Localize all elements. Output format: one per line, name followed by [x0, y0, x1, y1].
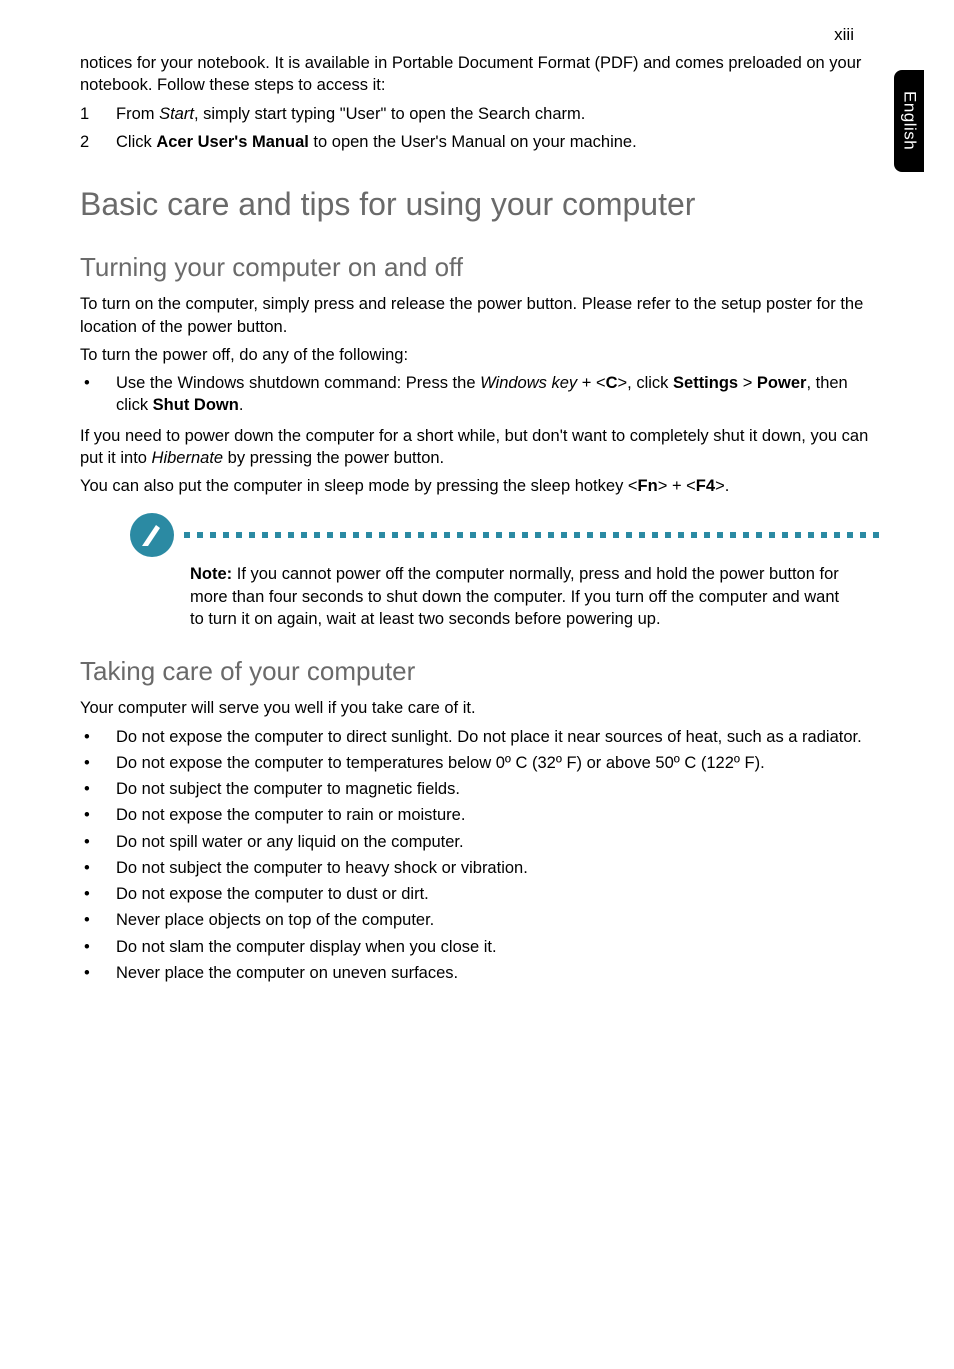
bullet-text: Do not slam the computer display when yo… [116, 936, 497, 958]
step-number: 2 [80, 131, 116, 153]
bold-fn: Fn [638, 477, 658, 495]
list-item: •Do not expose the computer to rain or m… [80, 804, 882, 826]
list-item: •Never place the computer on uneven surf… [80, 962, 882, 984]
dash-line [184, 532, 882, 538]
intro-paragraph: notices for your notebook. It is availab… [80, 52, 882, 97]
bullet-dot: • [80, 726, 116, 748]
turning-p3: If you need to power down the computer f… [80, 425, 882, 470]
bullet-dot: • [80, 909, 116, 931]
bullet-dot: • [80, 372, 116, 417]
list-item: •Do not expose the computer to temperatu… [80, 752, 882, 774]
note-body: If you cannot power off the computer nor… [190, 565, 839, 628]
bold-power: Power [757, 374, 807, 392]
list-item: •Never place objects on top of the compu… [80, 909, 882, 931]
list-item: •Do not slam the computer display when y… [80, 936, 882, 958]
bullet-dot: • [80, 883, 116, 905]
bullet-text: Never place the computer on uneven surfa… [116, 962, 458, 984]
step-1: 1 From Start, simply start typing "User"… [80, 103, 882, 125]
list-item: •Do not subject the computer to magnetic… [80, 778, 882, 800]
text-fragment: From [116, 105, 159, 123]
bullet-text: Use the Windows shutdown command: Press … [116, 372, 882, 417]
subsection-taking-care: Taking care of your computer [80, 654, 882, 689]
section-heading-basic-care: Basic care and tips for using your compu… [80, 183, 882, 226]
subsection-turning-on-off: Turning your computer on and off [80, 250, 882, 285]
step-number: 1 [80, 103, 116, 125]
note-text: Note: If you cannot power off the comput… [190, 563, 842, 630]
text-fragment: Click [116, 133, 156, 151]
list-item: •Do not subject the computer to heavy sh… [80, 857, 882, 879]
text-fragment: > [738, 374, 757, 392]
bullet-dot: • [80, 962, 116, 984]
step-2: 2 Click Acer User's Manual to open the U… [80, 131, 882, 153]
bullet-dot: • [80, 804, 116, 826]
text-fragment: , simply start typing "User" to open the… [194, 105, 585, 123]
step-text: From Start, simply start typing "User" t… [116, 103, 585, 125]
italic-windows-key: Windows key [480, 374, 577, 392]
bullet-text: Do not expose the computer to dust or di… [116, 883, 429, 905]
text-fragment: by pressing the power button. [223, 449, 444, 467]
bold-shut-down: Shut Down [153, 396, 239, 414]
bullet-dot: • [80, 778, 116, 800]
bullet-text: Do not spill water or any liquid on the … [116, 831, 464, 853]
text-fragment: . [239, 396, 244, 414]
italic-hibernate: Hibernate [152, 449, 224, 467]
care-bullets: •Do not expose the computer to direct su… [80, 726, 882, 985]
list-item: •Do not expose the computer to dust or d… [80, 883, 882, 905]
bold-f4: F4 [696, 477, 715, 495]
shutdown-bullets: • Use the Windows shutdown command: Pres… [80, 372, 882, 417]
turning-p2: To turn the power off, do any of the fol… [80, 344, 882, 366]
bullet-text: Do not expose the computer to temperatur… [116, 752, 765, 774]
text-fragment: >, click [618, 374, 673, 392]
page-number: xiii [834, 24, 854, 47]
bullet-dot: • [80, 857, 116, 879]
bold-settings: Settings [673, 374, 738, 392]
text-fragment: > + < [658, 477, 696, 495]
turning-p1: To turn on the computer, simply press an… [80, 293, 882, 338]
italic-start: Start [159, 105, 194, 123]
text-fragment: You can also put the computer in sleep m… [80, 477, 638, 495]
list-item: •Do not spill water or any liquid on the… [80, 831, 882, 853]
language-tab: English [894, 70, 924, 172]
note-label: Note: [190, 565, 232, 583]
access-steps: 1 From Start, simply start typing "User"… [80, 103, 882, 154]
list-item: •Do not expose the computer to direct su… [80, 726, 882, 748]
bold-key-c: C [606, 374, 618, 392]
note-icon [130, 513, 174, 557]
text-fragment: >. [715, 477, 729, 495]
note-block: Note: If you cannot power off the comput… [80, 513, 882, 630]
bullet-text: Never place objects on top of the comput… [116, 909, 434, 931]
bullet-dot: • [80, 936, 116, 958]
text-fragment: Use the Windows shutdown command: Press … [116, 374, 480, 392]
bullet-text: Do not subject the computer to magnetic … [116, 778, 460, 800]
bold-manual-name: Acer User's Manual [156, 133, 309, 151]
taking-care-p1: Your computer will serve you well if you… [80, 697, 882, 719]
bullet-dot: • [80, 831, 116, 853]
bullet-dot: • [80, 752, 116, 774]
bullet-text: Do not subject the computer to heavy sho… [116, 857, 528, 879]
note-divider [130, 513, 882, 557]
turning-p4: You can also put the computer in sleep m… [80, 475, 882, 497]
bullet-text: Do not expose the computer to rain or mo… [116, 804, 465, 826]
step-text: Click Acer User's Manual to open the Use… [116, 131, 637, 153]
text-fragment: + < [577, 374, 605, 392]
text-fragment: to open the User's Manual on your machin… [309, 133, 637, 151]
shutdown-bullet-1: • Use the Windows shutdown command: Pres… [80, 372, 882, 417]
bullet-text: Do not expose the computer to direct sun… [116, 726, 862, 748]
